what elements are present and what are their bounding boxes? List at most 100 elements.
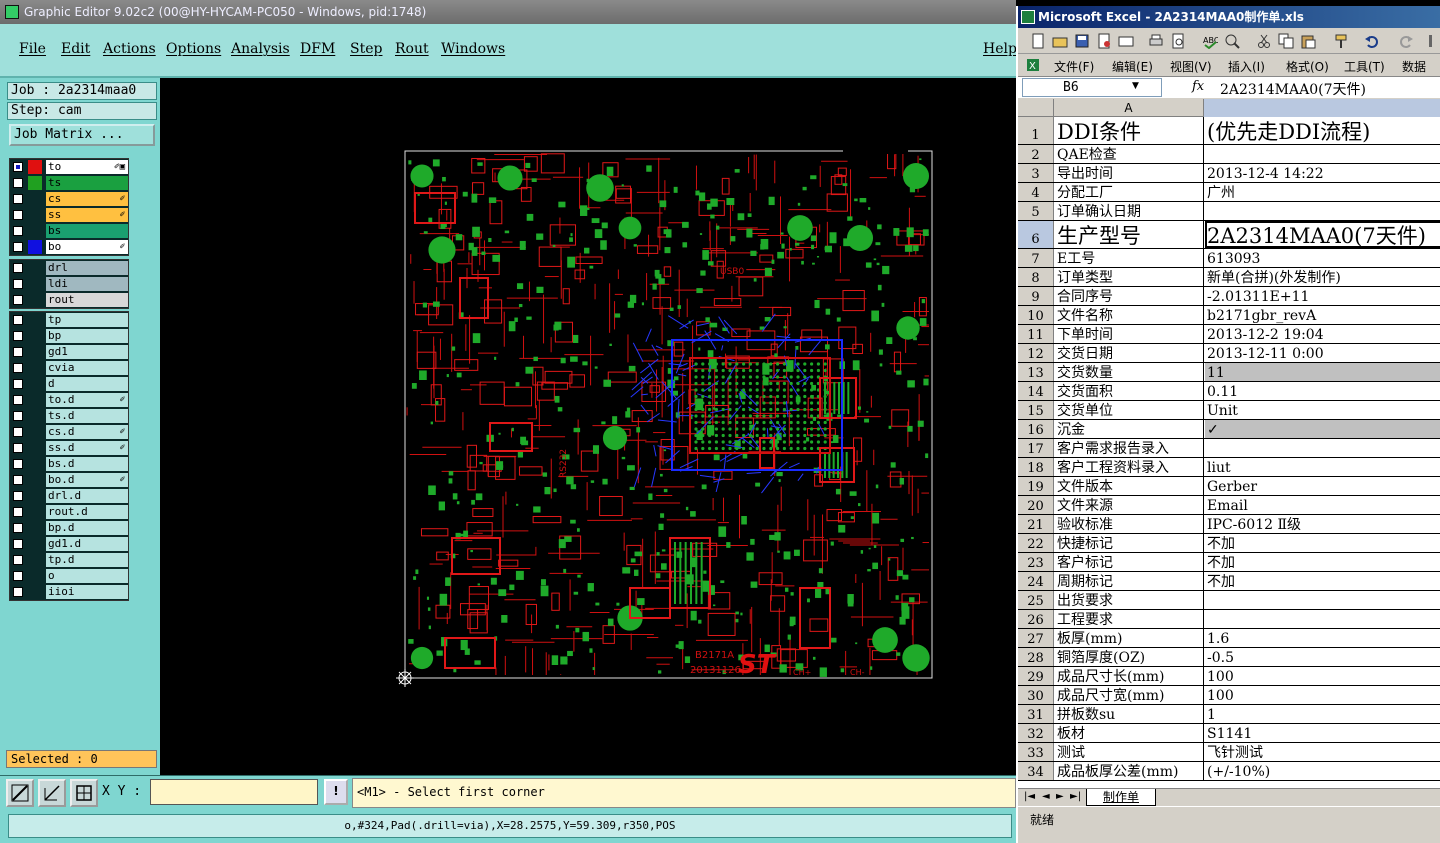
layer-checkbox[interactable] xyxy=(13,427,23,437)
cell-b[interactable]: 2013-12-4 14:22 xyxy=(1205,164,1440,182)
layer-row-bo-d[interactable]: bo.d ✐ xyxy=(10,472,128,488)
cell-b[interactable] xyxy=(1205,145,1440,163)
layer-name[interactable]: drl xyxy=(46,261,128,275)
last-sheet-icon[interactable]: ►| xyxy=(1070,791,1081,802)
layer-color-swatch[interactable] xyxy=(28,176,42,190)
layer-row-ts[interactable]: ts xyxy=(10,175,128,191)
cell-b[interactable]: 广州 xyxy=(1205,183,1440,201)
layer-name[interactable]: ss.d ✐ xyxy=(46,441,128,455)
cell-b[interactable]: b2171gbr_revA xyxy=(1205,306,1440,324)
cell-a[interactable]: 成品尺寸宽(mm) xyxy=(1054,686,1204,704)
xl-menu-insert[interactable]: 插入(I) xyxy=(1228,58,1265,75)
layer-color-swatch[interactable] xyxy=(28,160,42,174)
cell-a[interactable]: E工号 xyxy=(1054,249,1204,267)
row-number[interactable]: 33 xyxy=(1018,743,1054,761)
cell-a[interactable]: 成品尺寸长(mm) xyxy=(1054,667,1204,685)
cell-b[interactable]: Unit xyxy=(1205,401,1440,419)
layer-checkbox[interactable] xyxy=(13,411,23,421)
spelling-icon[interactable]: ABC xyxy=(1202,33,1218,49)
layer-name[interactable]: ss ✐ xyxy=(46,208,128,222)
layer-name[interactable]: bs xyxy=(46,224,128,238)
column-a-header[interactable]: A xyxy=(1054,99,1204,117)
row-number[interactable]: 21 xyxy=(1018,515,1054,533)
name-box-dropdown-icon[interactable]: ▼ xyxy=(1132,81,1139,91)
layer-checkbox[interactable] xyxy=(13,331,23,341)
row-number[interactable]: 5 xyxy=(1018,202,1054,220)
row-number[interactable]: 13 xyxy=(1018,363,1054,381)
menu-options[interactable]: Options xyxy=(166,41,221,57)
undo-icon[interactable] xyxy=(1364,33,1380,49)
layer-checkbox[interactable] xyxy=(13,279,23,289)
layer-row-ss[interactable]: ss ✐ xyxy=(10,207,128,223)
layer-name[interactable]: bp.d xyxy=(46,521,128,535)
job-matrix-button[interactable]: Job Matrix ... xyxy=(9,124,155,146)
cell-a[interactable]: 交货日期 xyxy=(1054,344,1204,362)
layer-checkbox[interactable] xyxy=(13,263,23,273)
layer-name[interactable]: o xyxy=(46,569,128,583)
layer-checkbox[interactable] xyxy=(13,507,23,517)
layer-row-ts-d[interactable]: ts.d xyxy=(10,408,128,424)
cell-b[interactable]: 100 xyxy=(1205,667,1440,685)
layer-row-rout[interactable]: rout xyxy=(10,292,128,308)
redo-icon[interactable] xyxy=(1398,33,1414,49)
row-number[interactable]: 6 xyxy=(1018,221,1054,248)
cell-a[interactable]: 客户标记 xyxy=(1054,553,1204,571)
xl-menu-tools[interactable]: 工具(T) xyxy=(1344,58,1385,75)
menu-step[interactable]: Step xyxy=(350,41,382,57)
cell-a[interactable]: 成品板厚公差(mm) xyxy=(1054,762,1204,780)
xl-menu-edit[interactable]: 编辑(E) xyxy=(1112,58,1153,75)
row-number[interactable]: 9 xyxy=(1018,287,1054,305)
row-number[interactable]: 3 xyxy=(1018,164,1054,182)
row-number[interactable]: 12 xyxy=(1018,344,1054,362)
layer-row-cs-d[interactable]: cs.d ✐ xyxy=(10,424,128,440)
cell-a[interactable]: 板材 xyxy=(1054,724,1204,742)
layer-row-drl-d[interactable]: drl.d xyxy=(10,488,128,504)
more-icon[interactable] xyxy=(1424,33,1440,49)
cell-b[interactable]: 飞针测试 xyxy=(1205,743,1440,761)
layer-name[interactable]: bo.d ✐ xyxy=(46,473,128,487)
cell-b[interactable]: 100 xyxy=(1205,686,1440,704)
cell-b[interactable] xyxy=(1205,202,1440,220)
layer-checkbox[interactable] xyxy=(13,539,23,549)
cell-a[interactable]: 测试 xyxy=(1054,743,1204,761)
layer-name[interactable]: to ✐▣ xyxy=(46,160,128,174)
layer-name[interactable]: bo ✐ xyxy=(46,240,128,254)
cell-a[interactable]: 订单类型 xyxy=(1054,268,1204,286)
menu-file[interactable]: File xyxy=(19,41,46,57)
layer-checkbox[interactable] xyxy=(13,523,23,533)
cell-b[interactable]: 1 xyxy=(1205,705,1440,723)
sheet-grid[interactable]: A 1 DDI条件 (优先走DDI流程) 2 QAE检查 3 导出时间 2013-12-4 1… xyxy=(1018,99,1440,788)
cell-b[interactable]: 不加 xyxy=(1205,572,1440,590)
row-number[interactable]: 7 xyxy=(1018,249,1054,267)
row-number[interactable]: 30 xyxy=(1018,686,1054,704)
row-number[interactable]: 16 xyxy=(1018,420,1054,438)
cell-a[interactable]: 铜箔厚度(OZ) xyxy=(1054,648,1204,666)
cell-b[interactable]: 613093 xyxy=(1205,249,1440,267)
pcb-canvas[interactable]: B2171A 20131126 ST CH+ CH- RS232 USB0 xyxy=(160,78,1016,775)
cell-b[interactable]: (优先走DDI流程) xyxy=(1205,117,1440,144)
layer-name[interactable]: iioi xyxy=(46,585,128,599)
layer-name[interactable]: cs.d ✐ xyxy=(46,425,128,439)
cell-b[interactable]: 0.11 xyxy=(1205,382,1440,400)
layer-row-bp-d[interactable]: bp.d xyxy=(10,520,128,536)
cell-b[interactable]: S1141 xyxy=(1205,724,1440,742)
row-number[interactable]: 14 xyxy=(1018,382,1054,400)
layer-checkbox[interactable] xyxy=(13,178,23,188)
cell-b[interactable]: 不加 xyxy=(1205,553,1440,571)
cell-a[interactable]: 文件名称 xyxy=(1054,306,1204,324)
menu-actions[interactable]: Actions xyxy=(103,41,156,57)
exclamation-button[interactable]: ! xyxy=(324,779,348,805)
layer-checkbox[interactable] xyxy=(13,459,23,469)
print-icon[interactable] xyxy=(1148,33,1164,49)
cell-a[interactable]: 出货要求 xyxy=(1054,591,1204,609)
layer-checkbox[interactable] xyxy=(13,475,23,485)
cell-a[interactable]: 文件版本 xyxy=(1054,477,1204,495)
layer-checkbox[interactable] xyxy=(13,347,23,357)
layer-name[interactable]: bs.d xyxy=(46,457,128,471)
cell-a[interactable]: 分配工厂 xyxy=(1054,183,1204,201)
cell-b[interactable]: Email xyxy=(1205,496,1440,514)
xl-menu-file[interactable]: 文件(F) xyxy=(1054,58,1094,75)
row-number[interactable]: 1 xyxy=(1018,117,1054,144)
layer-row-gd1[interactable]: gd1 xyxy=(10,344,128,360)
cell-a[interactable]: 工程要求 xyxy=(1054,610,1204,628)
